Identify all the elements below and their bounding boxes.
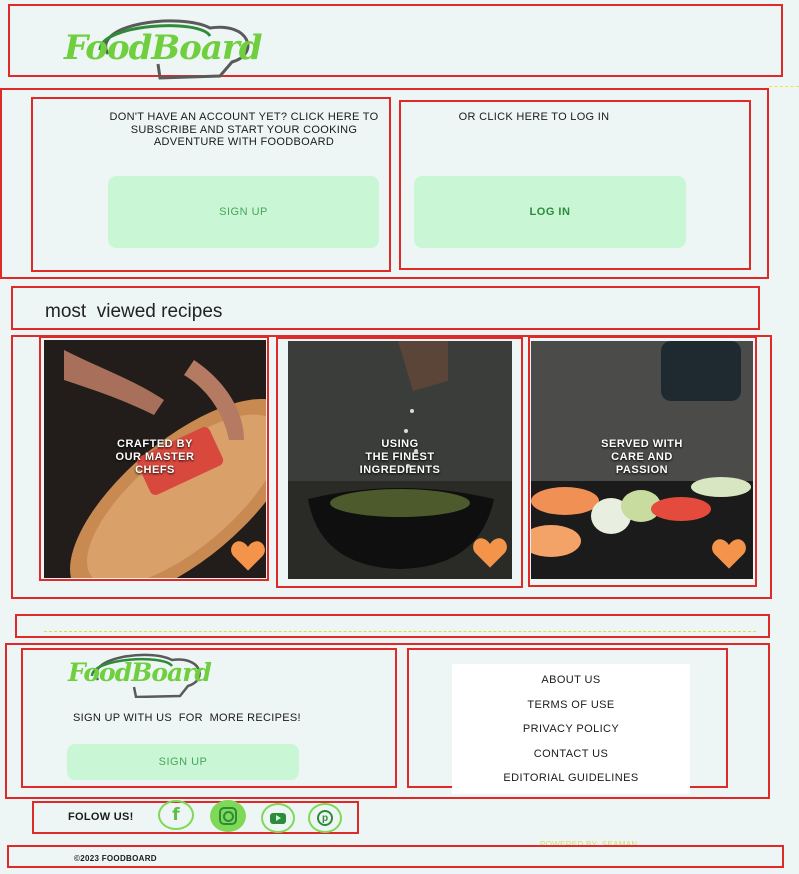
footer-links: ABOUT US TERMS OF USE PRIVACY POLICY CON… [452, 664, 690, 794]
link-editorial-guidelines[interactable]: EDITORIAL GUIDELINES [452, 766, 690, 791]
login-text: OR CLICK HERE TO LOG IN [458, 111, 610, 123]
footer-tagline: SIGN UP WITH US FOR MORE RECIPES! [73, 712, 301, 724]
link-contact-us[interactable]: CONTACT US [452, 742, 690, 767]
recipe-card-2-frame [276, 337, 523, 588]
footer-logo[interactable]: FoodBoard [64, 650, 214, 698]
recipes-heading: most viewed recipes [45, 301, 223, 322]
copyright-text: ©2023 FOODBOARD [74, 854, 157, 863]
link-privacy-policy[interactable]: PRIVACY POLICY [452, 717, 690, 742]
header-logo[interactable]: FoodBoard [60, 14, 270, 80]
footer-logo-text: FoodBoard [68, 658, 212, 687]
link-terms-of-use[interactable]: TERMS OF USE [452, 693, 690, 718]
header-divider [769, 86, 799, 87]
recipe-card-3-frame [528, 336, 757, 587]
link-about-us[interactable]: ABOUT US [452, 668, 690, 693]
subscribe-text: DON'T HAVE AN ACCOUNT YET? CLICK HERE TO… [109, 111, 379, 148]
divider-line [44, 631, 756, 632]
facebook-icon[interactable]: f [158, 800, 194, 830]
signup-button[interactable]: SIGN UP [108, 176, 379, 248]
footer-signup-button[interactable]: SIGN UP [67, 744, 299, 780]
instagram-icon[interactable] [210, 800, 246, 832]
follow-label: FOLOW US! [68, 811, 134, 823]
divider-section [15, 614, 770, 638]
logo-text: FoodBoard [64, 28, 263, 68]
pinterest-icon[interactable]: p [308, 803, 342, 833]
login-button[interactable]: LOG IN [414, 176, 686, 248]
youtube-icon[interactable] [261, 803, 295, 833]
recipe-card-1-frame [39, 336, 269, 581]
